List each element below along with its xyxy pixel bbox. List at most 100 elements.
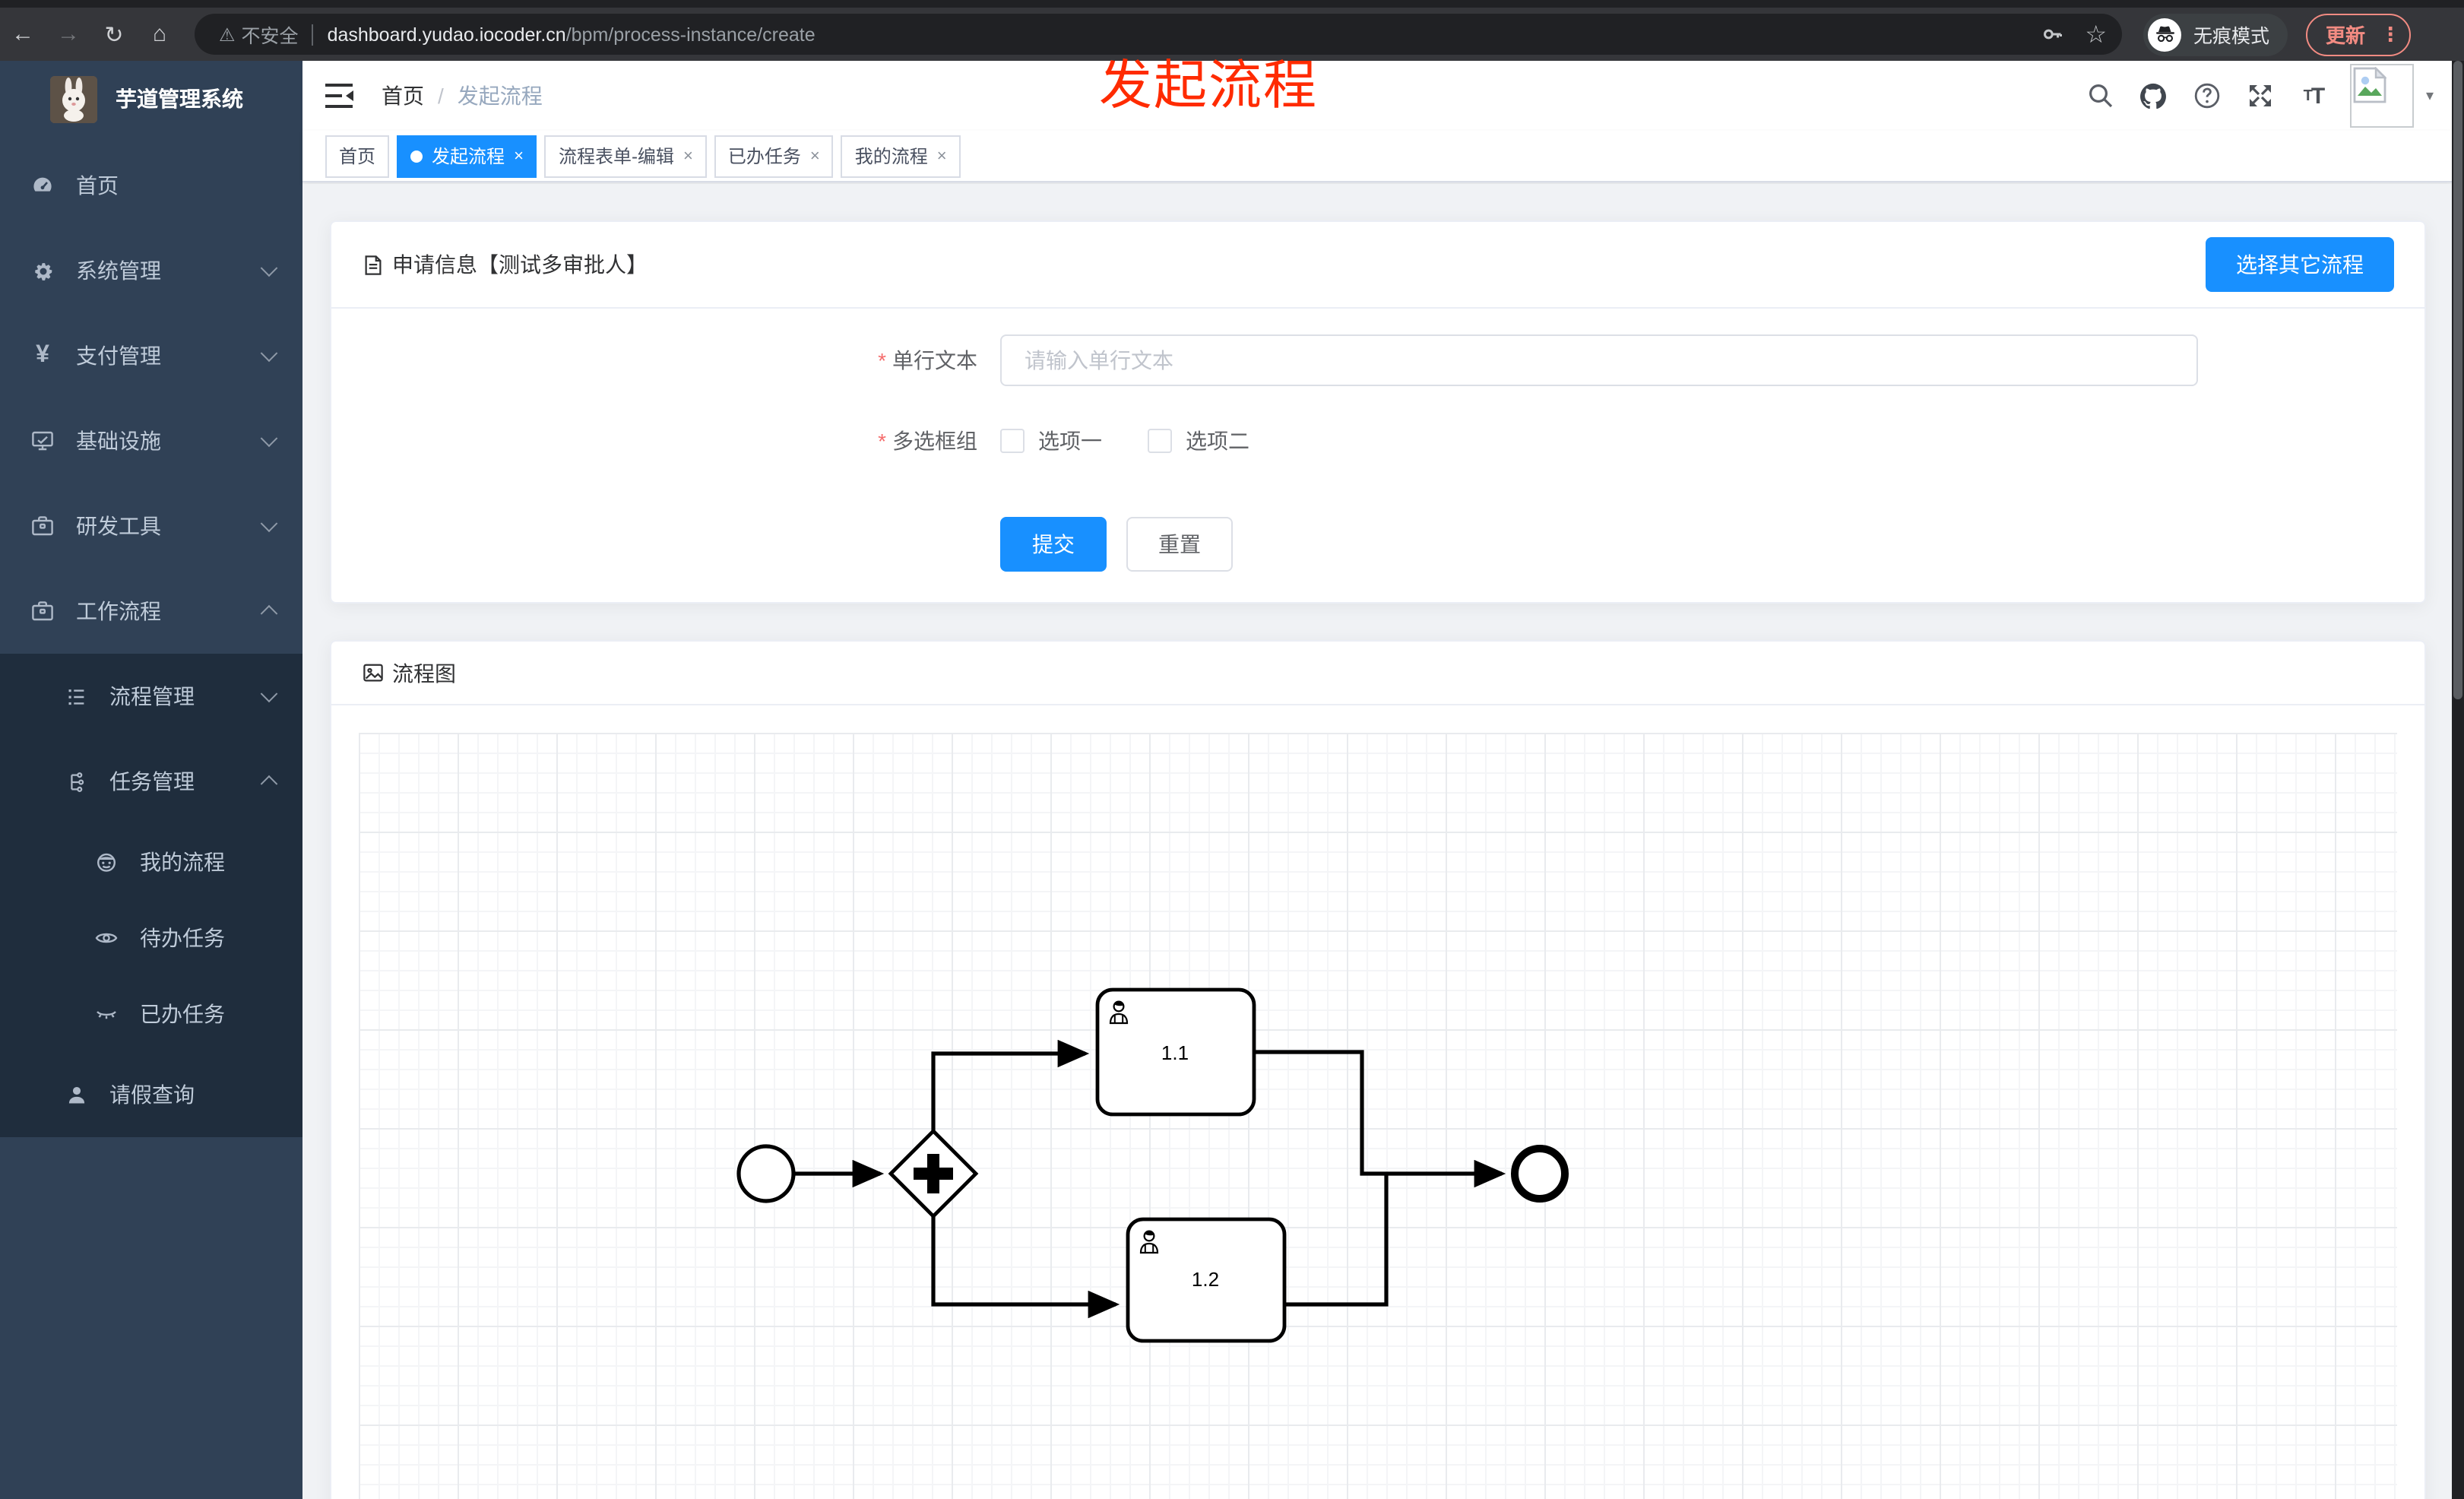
browser-forward-button[interactable]: →: [46, 21, 91, 47]
checkbox-icon[interactable]: [1148, 429, 1172, 453]
tab-my-process[interactable]: 我的流程 ×: [841, 135, 961, 177]
logo-row[interactable]: 芋道管理系统: [0, 61, 302, 137]
incognito-icon: [2148, 17, 2181, 51]
page-scrollbar[interactable]: [2452, 61, 2464, 1499]
sidebar-item-my-process[interactable]: 我的流程: [0, 824, 302, 900]
browser-home-button[interactable]: ⌂: [137, 21, 182, 47]
checkbox-option-2[interactable]: 选项二: [1148, 426, 1249, 456]
chevron-up-icon: [260, 604, 278, 623]
flow-task1-to-end[interactable]: [1254, 1050, 1506, 1188]
help-icon[interactable]: [2192, 81, 2222, 111]
process-diagram-header: 流程图: [331, 642, 2424, 705]
apply-form: *单行文本 *多选框组 选项一: [331, 309, 2424, 572]
password-key-icon[interactable]: [2041, 23, 2063, 46]
sidebar-collapse-icon[interactable]: [324, 82, 354, 109]
sidebar-item-label: 流程管理: [109, 684, 195, 708]
flow-gateway-to-task2[interactable]: [931, 1216, 1120, 1319]
tab-start-process[interactable]: 发起流程 ×: [397, 135, 537, 177]
sidebar-item-leave-query[interactable]: 请假查询: [0, 1052, 302, 1137]
sidebar-item-workflow[interactable]: 工作流程: [0, 569, 302, 654]
avatar[interactable]: [2349, 64, 2414, 128]
breadcrumb-home[interactable]: 首页: [382, 81, 424, 111]
bpmn-user-task-1-2[interactable]: 1.2: [1126, 1217, 1287, 1343]
bpmn-user-task-1-1[interactable]: 1.1: [1095, 987, 1256, 1117]
sidebar-item-devtools[interactable]: 研发工具: [0, 483, 302, 569]
sidebar-item-label: 系统管理: [76, 258, 161, 283]
browser-back-button[interactable]: ←: [0, 21, 46, 47]
browser-menu-icon[interactable]: ⋮: [2380, 24, 2400, 43]
checkbox-option-1[interactable]: 选项一: [1000, 426, 1102, 456]
reset-button[interactable]: 重置: [1126, 517, 1233, 572]
chevron-down-icon: [260, 344, 278, 363]
task-label: 1.2: [1192, 1268, 1219, 1291]
fullscreen-icon[interactable]: [2245, 81, 2276, 111]
github-icon[interactable]: [2139, 81, 2169, 111]
sidebar-item-label: 已办任务: [140, 1002, 225, 1026]
bookmark-star-icon[interactable]: ☆: [2085, 19, 2107, 49]
chevron-down-icon: [260, 515, 278, 533]
sidebar-item-label: 我的流程: [140, 850, 225, 874]
sidebar-item-label: 请假查询: [109, 1082, 195, 1107]
apply-info-card: 申请信息【测试多审批人】 选择其它流程 *单行文本 *多选框组: [330, 220, 2426, 604]
face-icon: [94, 850, 119, 874]
bpmn-start-event[interactable]: [736, 1144, 796, 1203]
checkbox-label: 选项一: [1038, 429, 1102, 453]
tab-home[interactable]: 首页: [325, 135, 390, 177]
tab-close-icon[interactable]: ×: [810, 147, 820, 165]
avatar-caret-icon[interactable]: ▾: [2426, 87, 2434, 104]
security-warning-icon[interactable]: ⚠: [219, 24, 236, 45]
sidebar-item-todo-tasks[interactable]: 待办任务: [0, 900, 302, 976]
sidebar-item-infra[interactable]: 基础设施: [0, 398, 302, 483]
checkbox-icon[interactable]: [1000, 429, 1025, 453]
submit-button[interactable]: 提交: [1000, 517, 1107, 572]
navbar-actions: TT ▾: [2063, 61, 2434, 131]
sidebar-item-process-mgmt[interactable]: 流程管理: [0, 654, 302, 739]
toolbox-icon: [30, 514, 55, 538]
flow-task2-to-join[interactable]: [1284, 1175, 1389, 1307]
sidebar-item-done-tasks[interactable]: 已办任务: [0, 976, 302, 1052]
incognito-badge: 无痕模式: [2143, 13, 2288, 55]
apply-info-title: 申请信息【测试多审批人】: [392, 252, 648, 277]
tab-label: 我的流程: [854, 146, 928, 167]
app-root: 芋道管理系统 首页 系统管理 ¥ 支付管理 基础设施 研发工具 工作流程 流程管…: [0, 61, 2464, 1499]
search-icon[interactable]: [2086, 81, 2116, 111]
sidebar-item-home[interactable]: 首页: [0, 143, 302, 228]
required-mark: *: [878, 429, 886, 453]
browser-update-button[interactable]: 更新 ⋮: [2306, 13, 2412, 55]
scrollbar-thumb[interactable]: [2453, 61, 2462, 699]
sidebar-item-label: 基础设施: [76, 429, 161, 453]
sidebar-item-payment[interactable]: ¥ 支付管理: [0, 313, 302, 398]
tab-process-form-edit[interactable]: 流程表单-编辑 ×: [544, 135, 707, 177]
flow-gateway-to-task1[interactable]: [931, 1039, 1090, 1131]
document-icon: [362, 253, 385, 276]
browser-refresh-button[interactable]: ↻: [91, 21, 137, 48]
form-actions: 提交 重置: [1000, 517, 2424, 572]
chevron-down-icon: [260, 259, 278, 277]
omnibox-divider: [312, 24, 314, 45]
single-line-text-input[interactable]: [1000, 334, 2198, 386]
required-mark: *: [878, 348, 886, 372]
breadcrumb: 首页 / 发起流程: [382, 81, 543, 111]
tab-close-icon[interactable]: ×: [683, 147, 693, 165]
font-size-icon[interactable]: TT: [2298, 81, 2329, 111]
checkbox-label: 选项二: [1186, 429, 1249, 453]
annotation-text: 发起流程: [1099, 56, 1319, 116]
choose-other-process-button[interactable]: 选择其它流程: [2206, 237, 2394, 292]
security-label[interactable]: 不安全: [242, 20, 299, 49]
tab-active-dot: [410, 150, 423, 162]
bpmn-parallel-gateway[interactable]: [888, 1128, 979, 1219]
sidebar-item-system[interactable]: 系统管理: [0, 228, 302, 313]
sidebar-item-task-mgmt[interactable]: 任务管理: [0, 739, 302, 824]
tab-label: 发起流程: [432, 146, 505, 167]
workflow-submenu: 流程管理 任务管理 我的流程 待办任务 已办任务 请假查询: [0, 654, 302, 1137]
bpmn-canvas[interactable]: 1.1 1.2: [359, 733, 2397, 1499]
main-area: 首页 / 发起流程 T T ▾ 首页 发起流程 × 流程表单-编辑 × 已办任务…: [302, 61, 2452, 1499]
breadcrumb-separator: /: [438, 84, 444, 108]
tab-close-icon[interactable]: ×: [514, 147, 524, 165]
tab-done-tasks[interactable]: 已办任务 ×: [714, 135, 834, 177]
tab-close-icon[interactable]: ×: [937, 147, 947, 165]
url-domain: dashboard.yudao.iocoder.cn: [327, 24, 566, 45]
form-row-text: * 单行文本: [331, 334, 2424, 386]
bpmn-end-event[interactable]: [1511, 1145, 1569, 1203]
sidebar-item-label: 首页: [76, 173, 119, 198]
